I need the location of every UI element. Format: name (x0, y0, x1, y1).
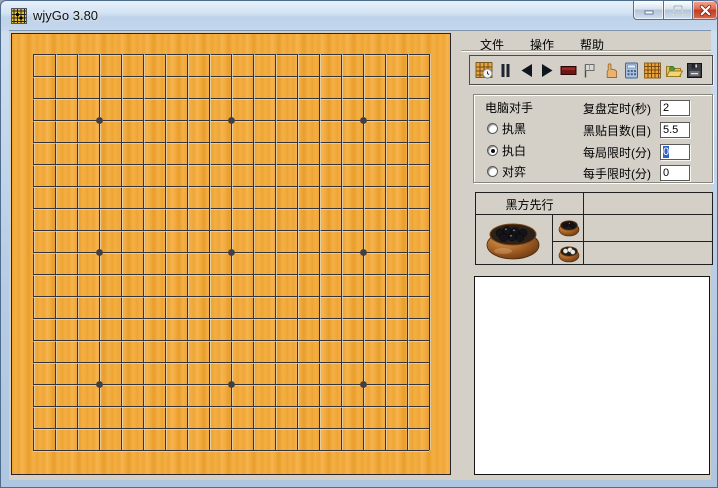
radio-icon-checked[interactable] (487, 145, 498, 156)
replay-timer-input[interactable]: 2 (660, 100, 690, 116)
save-floppy-icon (685, 61, 704, 80)
minimize-button[interactable] (633, 1, 664, 20)
open-file-button[interactable] (663, 59, 684, 81)
step-forward-button[interactable] (537, 59, 558, 81)
app-window: wjyGo 3.80 文件 操作 帮助 (0, 0, 718, 488)
radio-play-black[interactable]: 执黑 (487, 121, 526, 135)
new-game-board-icon (475, 61, 494, 80)
go-board[interactable] (11, 33, 451, 475)
black-stone-bowl-small (558, 218, 580, 237)
count-score-button[interactable] (621, 59, 642, 81)
radio-label: 执白 (502, 142, 526, 159)
pause-icon (496, 61, 515, 80)
table-line (552, 214, 553, 264)
new-game-button[interactable] (474, 59, 495, 81)
radio-icon[interactable] (487, 123, 498, 134)
go-board-grid (12, 34, 452, 476)
menubar-separator (461, 50, 711, 52)
table-line (583, 193, 584, 264)
window-title: wjyGo 3.80 (33, 8, 98, 23)
radio-label: 对弈 (502, 163, 526, 180)
stop-icon (559, 61, 578, 80)
board-setup-button[interactable] (642, 59, 663, 81)
step-forward-icon (538, 61, 557, 80)
turn-indicator: 黑方先行 (476, 196, 583, 213)
client-area: 文件 操作 帮助 (9, 31, 711, 480)
field-label: 复盘定时(秒) (583, 100, 660, 117)
table-line (552, 241, 712, 242)
stop-button[interactable] (558, 59, 579, 81)
turn-status-table: 黑方先行 (475, 192, 713, 265)
flag-icon (580, 61, 599, 80)
open-folder-icon (664, 61, 683, 80)
field-komi: 黑贴目数(目) 5.5 (583, 122, 690, 138)
hand-icon (601, 61, 620, 80)
field-replay-timer: 复盘定时(秒) 2 (583, 100, 690, 116)
table-line (476, 214, 712, 215)
radio-human-vs-human[interactable]: 对弈 (487, 164, 526, 178)
field-label: 黑贴目数(目) (583, 122, 660, 139)
computer-opponent-groupbox: 电脑对手 执黑 执白 对弈 复盘定时(秒) 2 黑贴目数(目) 5.5 (473, 94, 713, 183)
app-icon (11, 8, 27, 24)
move-list-panel[interactable] (474, 276, 710, 475)
title-bar[interactable]: wjyGo 3.80 (1, 1, 717, 31)
calculator-icon (622, 61, 641, 80)
toolbar (469, 55, 713, 85)
radio-icon[interactable] (487, 166, 498, 177)
black-stone-bowl-large (484, 219, 542, 261)
field-game-time-limit: 每局限时(分) 0 (583, 144, 690, 160)
move-time-limit-input[interactable]: 0 (660, 165, 690, 181)
field-move-time-limit: 每手限时(分) 0 (583, 165, 690, 181)
step-back-button[interactable] (516, 59, 537, 81)
radio-label: 执黑 (502, 120, 526, 137)
field-label: 每手限时(分) (583, 165, 660, 182)
minimize-icon (643, 4, 655, 16)
pause-button[interactable] (495, 59, 516, 81)
komi-input[interactable]: 5.5 (660, 122, 690, 138)
radio-play-white[interactable]: 执白 (487, 143, 526, 157)
game-time-limit-input[interactable]: 0 (660, 144, 690, 160)
maximize-button[interactable] (663, 1, 693, 20)
save-file-button[interactable] (684, 59, 705, 81)
hand-move-button[interactable] (600, 59, 621, 81)
field-label: 每局限时(分) (583, 144, 660, 161)
step-back-icon (517, 61, 536, 80)
pass-flag-button[interactable] (579, 59, 600, 81)
maximize-icon (672, 4, 684, 16)
close-button[interactable] (692, 1, 718, 20)
white-stone-bowl-small (558, 244, 580, 263)
board-grid-icon (643, 61, 662, 80)
group-label: 电脑对手 (485, 99, 533, 116)
close-icon (699, 4, 712, 17)
